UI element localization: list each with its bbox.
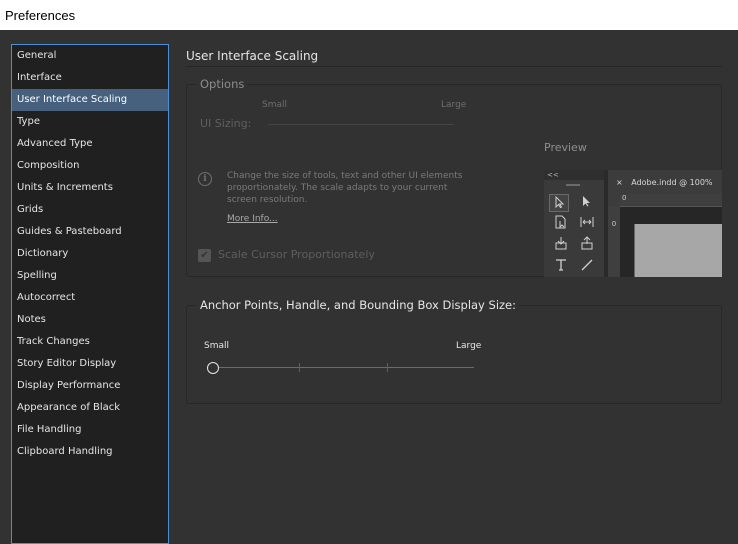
anchor-small-label: Small [204, 341, 229, 351]
sidebar-item-autocorrect[interactable]: Autocorrect [12, 287, 168, 309]
sidebar-item-clipboard-handling[interactable]: Clipboard Handling [12, 441, 168, 463]
page-title: User Interface Scaling [186, 49, 319, 63]
ruler-zero-left: 0 [611, 220, 617, 228]
sidebar-item-track-changes[interactable]: Track Changes [12, 331, 168, 353]
preview-label: Preview [544, 141, 587, 154]
sidebar-item-units-increments[interactable]: Units & Increments [12, 177, 168, 199]
ui-sizing-slider [268, 124, 454, 125]
doc-tab-title: Adobe.indd @ 100% [631, 178, 713, 187]
anchor-size-slider-track[interactable] [214, 367, 474, 368]
sidebar-item-display-performance[interactable]: Display Performance [12, 375, 168, 397]
selection-tool-icon [549, 194, 569, 212]
more-info-link[interactable]: More Info... [227, 214, 278, 224]
line-tool-icon [577, 258, 597, 276]
doc-tab-close-icon: × [616, 178, 623, 187]
ui-sizing-large-label: Large [441, 100, 467, 110]
preview-doc-tab: × Adobe.indd @ 100% [608, 174, 722, 192]
sidebar-item-user-interface-scaling[interactable]: User Interface Scaling [12, 89, 168, 111]
anchor-large-label: Large [456, 341, 482, 351]
slider-tick [387, 363, 388, 372]
sidebar-item-type[interactable]: Type [12, 111, 168, 133]
page-tool-icon [551, 215, 571, 233]
sidebar-item-notes[interactable]: Notes [12, 309, 168, 331]
sidebar-item-interface[interactable]: Interface [12, 67, 168, 89]
sidebar-item-guides-pasteboard[interactable]: Guides & Pasteboard [12, 221, 168, 243]
vertical-ruler: 0 [608, 206, 620, 277]
info-description: Change the size of tools, text and other… [227, 171, 463, 205]
sidebar-item-spelling[interactable]: Spelling [12, 265, 168, 287]
window-title: Preferences [0, 0, 738, 30]
sidebar-item-general[interactable]: General [12, 45, 168, 67]
title-divider [186, 66, 722, 67]
preview-document-area: × Adobe.indd @ 100% 0 0 [608, 170, 722, 277]
scale-cursor-checkbox: ✔ [198, 249, 211, 262]
info-icon: i [198, 172, 212, 186]
preview-tools-panel: << [544, 170, 604, 277]
anchor-size-legend: Anchor Points, Handle, and Bounding Box … [197, 298, 519, 312]
anchor-size-group [186, 305, 722, 404]
ui-sizing-small-label: Small [262, 100, 287, 110]
scale-cursor-label: Scale Cursor Proportionately [218, 248, 375, 261]
content-collector-tool-icon [551, 236, 571, 254]
panel-collapse-icon: << [544, 170, 604, 180]
sidebar-item-file-handling[interactable]: File Handling [12, 419, 168, 441]
sidebar-item-composition[interactable]: Composition [12, 155, 168, 177]
anchor-size-slider-thumb[interactable] [207, 362, 219, 374]
content-placer-tool-icon [577, 236, 597, 254]
ui-sizing-label: UI Sizing: [200, 117, 252, 130]
ruler-zero-top: 0 [622, 194, 627, 202]
gap-tool-icon [577, 215, 597, 233]
slider-tick [299, 363, 300, 372]
preview-image: << × Adobe.indd @ 100% 0 0 [544, 170, 722, 277]
sidebar-item-appearance-of-black[interactable]: Appearance of Black [12, 397, 168, 419]
sidebar-item-advanced-type[interactable]: Advanced Type [12, 133, 168, 155]
sidebar-item-dictionary[interactable]: Dictionary [12, 243, 168, 265]
sidebar-item-grids[interactable]: Grids [12, 199, 168, 221]
preferences-sidebar: General Interface User Interface Scaling… [11, 44, 169, 544]
preview-page [634, 224, 722, 277]
panel-grip [566, 184, 580, 186]
horizontal-ruler: 0 [620, 194, 722, 207]
options-legend: Options [197, 77, 248, 91]
sidebar-item-story-editor-display[interactable]: Story Editor Display [12, 353, 168, 375]
type-tool-icon [551, 258, 571, 276]
direct-selection-tool-icon [576, 194, 596, 212]
